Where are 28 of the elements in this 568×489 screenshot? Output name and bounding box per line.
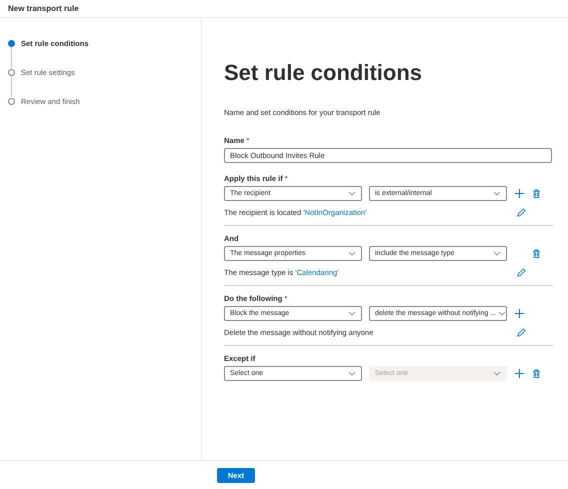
chevron-icon: [348, 191, 356, 196]
edit-button[interactable]: [516, 268, 526, 278]
chevron-icon: [493, 371, 501, 376]
delete-button[interactable]: [531, 248, 541, 258]
trash-icon: [532, 249, 540, 258]
delete-button[interactable]: [531, 188, 541, 198]
window-title: New transport rule: [8, 4, 79, 13]
chevron-icon: [348, 311, 356, 316]
edit-button[interactable]: [516, 208, 526, 218]
chevron-icon: [498, 311, 506, 316]
chevron-icon: [348, 251, 356, 256]
add-button[interactable]: [514, 188, 524, 198]
trash-icon: [532, 189, 540, 198]
plus-icon: [514, 189, 524, 198]
add-button[interactable]: [514, 368, 524, 378]
plus-icon: [514, 369, 524, 378]
plus-icon: [514, 309, 524, 318]
add-button[interactable]: [514, 308, 524, 318]
pencil-icon: [516, 268, 526, 277]
pencil-icon: [516, 328, 526, 337]
delete-button[interactable]: [531, 368, 541, 378]
chevron-icon: [348, 371, 356, 376]
page-heading: Set rule conditions: [224, 60, 424, 86]
trash-icon: [532, 369, 540, 378]
chevron-icon: [493, 251, 501, 256]
edit-button[interactable]: [516, 328, 526, 338]
pencil-icon: [516, 208, 526, 217]
chevron-icon: [493, 191, 501, 196]
